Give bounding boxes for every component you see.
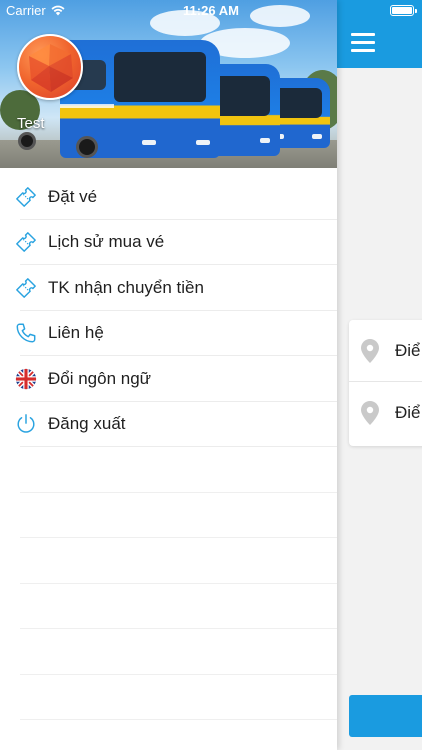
empty-row	[0, 584, 337, 630]
empty-row	[0, 447, 337, 493]
location-pin-icon	[361, 401, 379, 425]
empty-row	[0, 629, 337, 675]
menu-item-transfer-account[interactable]: TK nhận chuyển tiền	[0, 265, 337, 311]
phone-icon	[16, 323, 36, 343]
destination-label: Điể	[395, 403, 421, 422]
clock: 11:26 AM	[183, 3, 239, 18]
avatar[interactable]	[17, 34, 83, 100]
menu-item-purchase-history[interactable]: Lịch sử mua vé	[0, 220, 337, 266]
destination-field[interactable]: Điể	[349, 382, 422, 444]
navigation-drawer: Test Đặt vé Lịch sử mua vé TK nhận chuyể…	[0, 0, 337, 750]
menu-item-label: TK nhận chuyển tiền	[48, 277, 204, 297]
location-pin-icon	[361, 338, 379, 363]
route-card: Điể Điể	[349, 320, 422, 446]
search-button[interactable]	[349, 695, 422, 737]
menu-item-label: Liên hệ	[48, 323, 104, 343]
origin-label: Điể	[395, 340, 421, 360]
menu-hamburger-icon[interactable]	[351, 33, 375, 53]
app-screen: Carrier 11:26 AM Điể Điể Test Đặt vé Lịc…	[0, 0, 422, 750]
empty-row	[0, 493, 337, 539]
empty-row	[0, 675, 337, 721]
ticket-icon	[16, 277, 36, 298]
battery-icon	[390, 5, 417, 16]
username-label: Test	[17, 115, 45, 132]
menu-item-change-language[interactable]: Đổi ngôn ngữ	[0, 356, 337, 402]
menu-item-label: Đặt vé	[48, 186, 98, 206]
power-icon	[17, 414, 35, 433]
main-screen: Điể Điể	[337, 0, 422, 750]
menu-item-contact[interactable]: Liên hệ	[0, 311, 337, 357]
origin-field[interactable]: Điể	[349, 320, 422, 382]
status-bar: Carrier 11:26 AM	[0, 0, 422, 22]
uk-flag-icon	[15, 368, 37, 389]
menu-item-label: Đổi ngôn ngữ	[48, 368, 152, 388]
empty-row	[0, 538, 337, 584]
ticket-icon	[16, 232, 36, 253]
menu-item-logout[interactable]: Đăng xuất	[0, 402, 337, 448]
menu-item-book-ticket[interactable]: Đặt vé	[0, 174, 337, 220]
menu-item-label: Lịch sử mua vé	[48, 232, 165, 252]
drawer-header-banner: Test	[0, 0, 337, 168]
menu-item-label: Đăng xuất	[48, 414, 126, 434]
drawer-menu: Đặt vé Lịch sử mua vé TK nhận chuyển tiề…	[0, 174, 337, 720]
ticket-icon	[16, 186, 36, 207]
